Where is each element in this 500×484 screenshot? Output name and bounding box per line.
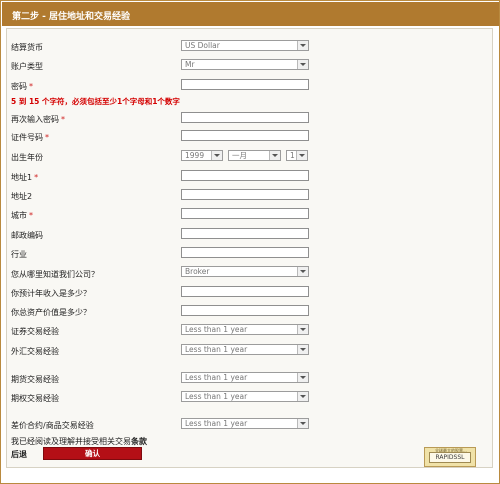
chevron-down-icon bbox=[297, 419, 308, 428]
postal-code-input[interactable] bbox=[181, 228, 309, 239]
password-input[interactable] bbox=[181, 79, 309, 90]
section-header: 第二步 - 居住地址和交易经验 bbox=[2, 2, 499, 26]
terms-text: 我已经阅读及理解并接受相关交易条款 bbox=[11, 437, 147, 446]
chevron-down-icon bbox=[297, 345, 308, 354]
chevron-down-icon bbox=[269, 151, 280, 160]
industry-input[interactable] bbox=[181, 247, 309, 258]
password-repeat-label: 再次输入密码 * bbox=[11, 115, 65, 124]
currency-select[interactable]: US Dollar bbox=[181, 40, 309, 51]
postal-code-label: 邮政编码 bbox=[11, 231, 43, 240]
annual-income-input[interactable] bbox=[181, 286, 309, 297]
annual-income-label: 你预计年收入是多少？ bbox=[11, 289, 91, 298]
birth-month-select[interactable]: 一月 bbox=[228, 150, 281, 161]
city-label: 城市 * bbox=[11, 211, 33, 220]
ssl-badge[interactable]: 全球最大的股票... RAPIDSSL bbox=[424, 447, 476, 467]
password-hint: 5 到 15 个字符，必须包括至少1个字母和1个数字 bbox=[11, 97, 180, 106]
chevron-down-icon bbox=[211, 151, 222, 160]
futures-exp-label: 期货交易经验 bbox=[11, 375, 59, 384]
address2-input[interactable] bbox=[181, 189, 309, 200]
securities-exp-label: 证券交易经验 bbox=[11, 327, 59, 336]
options-exp-label: 期权交易经验 bbox=[11, 394, 59, 403]
ssl-badge-label: RAPIDSSL bbox=[429, 452, 471, 463]
birth-day-select[interactable]: 1 bbox=[286, 150, 308, 161]
id-number-input[interactable] bbox=[181, 130, 309, 141]
currency-label: 结算货币 bbox=[11, 43, 43, 52]
total-assets-label: 你总资产价值是多少？ bbox=[11, 308, 91, 317]
birth-year-select[interactable]: 1999 bbox=[181, 150, 223, 161]
birth-year-label: 出生年份 bbox=[11, 153, 43, 162]
address1-input[interactable] bbox=[181, 170, 309, 181]
forex-exp-select[interactable]: Less than 1 year bbox=[181, 344, 309, 355]
chevron-down-icon bbox=[296, 151, 307, 160]
form-window: 第二步 - 居住地址和交易经验 结算货币 US Dollar 账户类型 Mr 密… bbox=[0, 0, 500, 484]
source-select[interactable]: Broker bbox=[181, 266, 309, 277]
forex-exp-label: 外汇交易经验 bbox=[11, 347, 59, 356]
password-repeat-input[interactable] bbox=[181, 112, 309, 123]
securities-exp-select[interactable]: Less than 1 year bbox=[181, 324, 309, 335]
source-label: 您从哪里知道我们公司？ bbox=[11, 270, 99, 279]
total-assets-input[interactable] bbox=[181, 305, 309, 316]
id-number-label: 证件号码 * bbox=[11, 133, 49, 142]
account-type-select[interactable]: Mr bbox=[181, 59, 309, 70]
cfd-exp-label: 差价合约/商品交易经验 bbox=[11, 421, 94, 430]
terms-link[interactable]: 条款 bbox=[131, 437, 147, 446]
chevron-down-icon bbox=[297, 60, 308, 69]
section-title: 第二步 - 居住地址和交易经验 bbox=[12, 12, 131, 22]
chevron-down-icon bbox=[297, 41, 308, 50]
account-type-label: 账户类型 bbox=[11, 62, 43, 71]
address2-label: 地址2 bbox=[11, 192, 33, 201]
options-exp-select[interactable]: Less than 1 year bbox=[181, 391, 309, 402]
password-label: 密码 * bbox=[11, 82, 33, 91]
industry-label: 行业 bbox=[11, 250, 27, 259]
address1-label: 地址1 * bbox=[11, 173, 39, 182]
chevron-down-icon bbox=[297, 267, 308, 276]
back-button[interactable]: 后退 bbox=[11, 449, 27, 460]
futures-exp-select[interactable]: Less than 1 year bbox=[181, 372, 309, 383]
confirm-button[interactable]: 确认 bbox=[43, 447, 142, 460]
cfd-exp-select[interactable]: Less than 1 year bbox=[181, 418, 309, 429]
city-input[interactable] bbox=[181, 208, 309, 219]
chevron-down-icon bbox=[297, 392, 308, 401]
chevron-down-icon bbox=[297, 325, 308, 334]
chevron-down-icon bbox=[297, 373, 308, 382]
